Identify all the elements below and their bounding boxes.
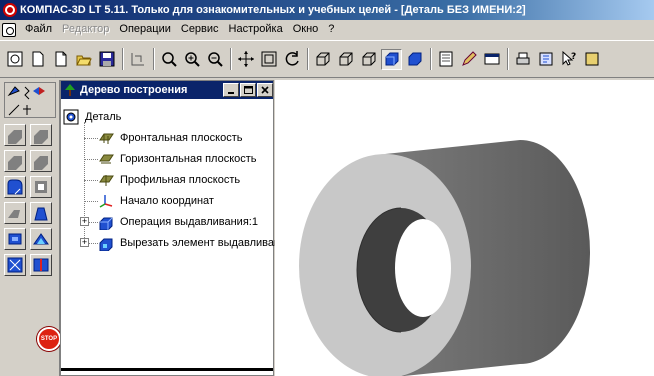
kompas-logo-icon [3,3,17,17]
tree-item-label: Профильная плоскость [120,174,241,186]
shaded-icon[interactable] [381,48,402,70]
tree-item-label: Операция выдавливания:1 [120,216,258,228]
toolbar-separator [230,48,232,70]
tree-item[interactable]: Начало координат [98,191,214,211]
mirror-tool-icon[interactable] [30,254,52,276]
cut-tool-icon[interactable] [4,176,26,198]
hole-opening [395,219,451,317]
new-document-icon[interactable] [27,49,48,70]
part-icon [63,109,79,125]
origin-axes-icon [98,193,114,209]
maximize-button[interactable] [240,83,256,97]
minimize-button[interactable] [223,83,239,97]
tree-item[interactable]: Фронтальная плоскость [98,128,243,148]
wireframe-icon[interactable] [312,49,333,70]
menu-editor: Редактор [62,23,110,35]
hidden-lines-icon[interactable] [335,49,356,70]
zoom-in-icon[interactable] [181,49,202,70]
panel-switcher [4,82,56,118]
plane-icon [98,172,114,188]
tree-item[interactable]: Профильная плоскость [98,170,240,190]
open-icon[interactable] [73,49,94,70]
toolbar-separator [307,48,309,70]
rotate-tool-icon[interactable] [4,150,26,172]
toolbar-separator [507,48,509,70]
plane-icon [98,151,114,167]
library-icon[interactable] [535,49,556,70]
array-tool-icon[interactable] [4,254,26,276]
tree-connector [84,201,98,202]
tree-horizontal-scrollbar[interactable] [61,368,273,371]
cut-extrude-icon [98,235,114,251]
new-part-icon[interactable] [4,49,25,70]
tree-item[interactable]: Вырезать элемент выдавливания [98,233,292,253]
rib-tool-icon[interactable] [4,228,26,250]
menu-settings[interactable]: Настройка [224,21,288,38]
menu-bar: Файл Редактор Операции Сервис Настройка … [0,20,654,39]
print-preview-icon[interactable] [127,49,148,70]
help-pointer-icon[interactable]: ? [558,49,579,70]
chamfer-tool-icon[interactable] [30,228,52,250]
tree-root-label: Деталь [85,111,122,123]
menu-operations[interactable]: Операции [114,21,175,38]
tree-item-label: Фронтальная плоскость [120,132,243,144]
model-tree-title: Дерево построения [80,84,188,96]
window-title: КОМПАС-3D LT 5.11. Только для ознакомите… [20,4,526,16]
properties-icon[interactable] [435,49,456,70]
rotate-icon[interactable] [281,49,302,70]
tree-connector [84,180,98,181]
main-toolbar: ? [0,40,654,78]
loft-tool-icon[interactable] [30,202,52,224]
menu-file[interactable]: Файл [20,21,57,38]
document-window-icon[interactable] [2,22,16,37]
zoom-frame-icon[interactable] [158,49,179,70]
extrude-icon [98,214,114,230]
fit-all-icon[interactable] [258,49,279,70]
zoom-out-icon[interactable] [204,49,225,70]
print-icon[interactable] [512,49,533,70]
tree-connector [84,138,98,139]
svg-text:?: ? [571,52,576,62]
tree-connector [84,159,98,160]
perspective-icon[interactable] [404,49,425,70]
expand-toggle[interactable]: + [80,238,89,247]
stop-icon[interactable]: STOP [37,327,61,351]
model-tree: Деталь Фронтальная плоскость Горизонталь… [61,100,292,375]
kinematic-tool-icon[interactable] [30,150,52,172]
expand-toggle[interactable]: + [80,217,89,226]
new-sheet-icon[interactable] [50,49,71,70]
save-icon[interactable] [96,49,117,70]
toolbar-separator [430,48,432,70]
panel-icon[interactable] [481,49,502,70]
menu-window[interactable]: Окно [288,21,324,38]
tree-item-label: Горизонтальная плоскость [120,153,257,165]
plane-icon [98,130,114,146]
tree-item[interactable]: Горизонтальная плоскость [98,149,257,169]
edit-icon[interactable] [458,49,479,70]
menu-service[interactable]: Сервис [176,21,224,38]
tree-icon [63,83,77,97]
toolbar-separator [153,48,155,70]
shell-tool-icon[interactable] [4,202,26,224]
tree-item-label: Вырезать элемент выдавливания [120,237,293,249]
tree-item-label: Начало координат [120,195,214,207]
model-render [299,140,590,376]
export-icon[interactable] [581,49,602,70]
model-tree-titlebar[interactable]: Дерево построения [61,81,273,99]
no-hidden-lines-icon[interactable] [358,49,379,70]
toolbar-separator [122,48,124,70]
pan-icon[interactable] [235,49,256,70]
menu-help[interactable]: ? [323,21,339,38]
model-viewport[interactable] [275,80,654,376]
tree-root[interactable]: Деталь [63,107,121,127]
fillet-tool-icon[interactable] [30,176,52,198]
title-bar: КОМПАС-3D LT 5.11. Только для ознакомите… [0,0,654,20]
tree-item[interactable]: Операция выдавливания:1 [98,212,258,232]
extrude-tool-icon[interactable] [30,124,52,146]
model-tree-window: Дерево построения Деталь Фронтальная пло… [60,80,292,376]
compact-panel: STOP [0,80,61,376]
sketch-tool-icon[interactable] [4,124,26,146]
close-button[interactable] [257,83,273,97]
